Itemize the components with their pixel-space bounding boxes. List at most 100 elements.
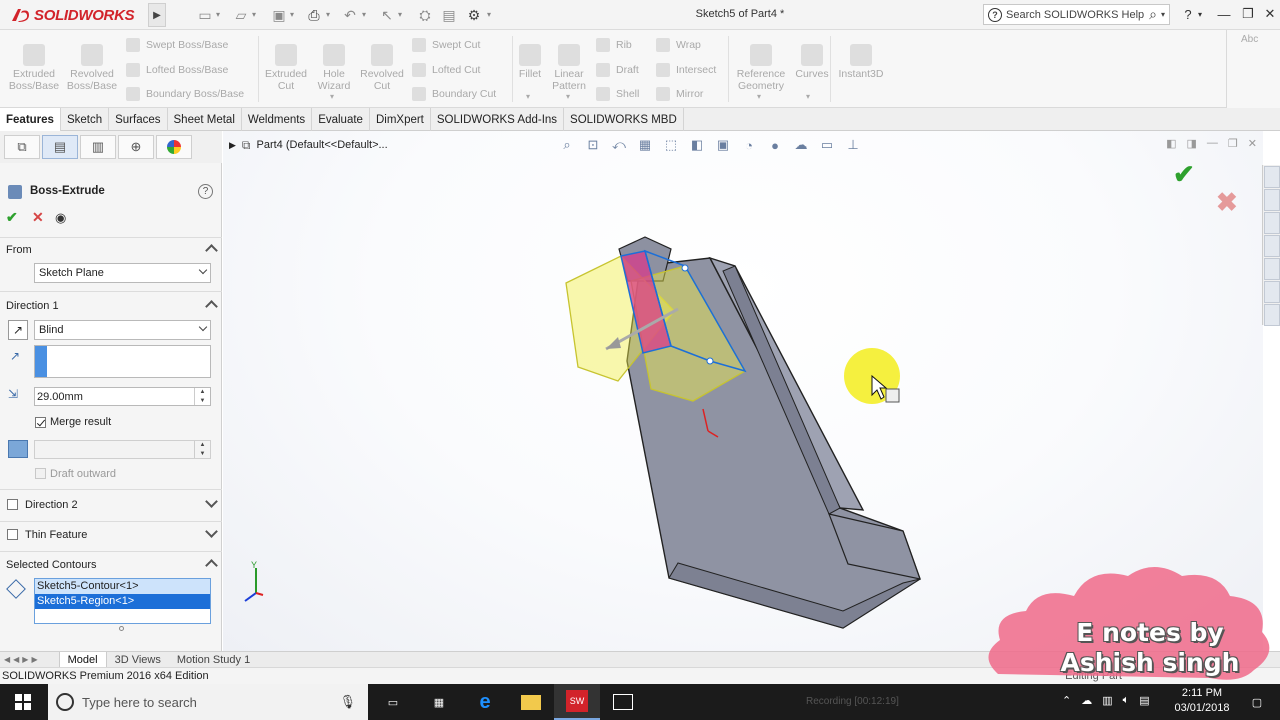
menu-expand-arrow-icon[interactable]: ▶	[148, 3, 166, 27]
volume-icon[interactable]: 🔈︎	[1123, 694, 1130, 707]
rebuild-icon[interactable]: ⛭	[416, 6, 434, 24]
revolved-cut-button[interactable]: Revolved Cut	[356, 44, 408, 92]
merge-result-checkbox[interactable]	[35, 417, 46, 428]
help-dropdown-icon[interactable]: ▾	[1193, 4, 1207, 24]
lofted-boss-button[interactable]: Lofted Boss/Base	[126, 61, 228, 79]
appearances-icon[interactable]	[1264, 258, 1280, 280]
expand-chevron-icon[interactable]	[207, 497, 216, 513]
task-view-icon[interactable]: ▭	[370, 684, 416, 720]
cancel-x-icon[interactable]: ✕	[32, 209, 44, 226]
thin-feature-section-header[interactable]: Thin Feature	[25, 526, 216, 544]
taskbar-search-box[interactable]: Type here to search 🎙︎	[48, 684, 368, 720]
direction1-section-header[interactable]: Direction 1	[6, 297, 216, 315]
close-window-icon[interactable]: ✕	[1258, 4, 1280, 24]
help-search-box[interactable]: ? Search SOLIDWORKS Help ⌕ ▾	[983, 4, 1170, 25]
ok-check-icon[interactable]: ✔	[6, 209, 18, 226]
rib-button[interactable]: Rib	[596, 36, 632, 54]
collapse-chevron-icon[interactable]	[207, 557, 216, 573]
new-dropdown-icon[interactable]: ▾	[216, 10, 224, 20]
tab-surfaces[interactable]: Surfaces	[109, 108, 168, 131]
boundary-cut-button[interactable]: Boundary Cut	[412, 85, 496, 103]
restore-window-icon[interactable]: ❐	[1236, 4, 1260, 24]
direction2-section-header[interactable]: Direction 2	[25, 496, 216, 514]
reverse-direction-icon[interactable]: ↗	[8, 320, 28, 340]
solidworks-logo[interactable]: SOLIDWORKS	[10, 5, 135, 25]
options-dropdown-icon[interactable]: ▾	[487, 10, 495, 20]
wrap-button[interactable]: Wrap	[656, 36, 701, 54]
shell-button[interactable]: Shell	[596, 85, 639, 103]
view-palette-icon[interactable]	[1264, 235, 1280, 257]
open-folder-icon[interactable]: ▱	[232, 6, 250, 24]
network-icon[interactable]: ▥	[1102, 694, 1112, 707]
resize-handle[interactable]	[119, 626, 124, 631]
new-document-icon[interactable]: ▭	[196, 6, 214, 24]
open-dropdown-icon[interactable]: ▾	[252, 10, 260, 20]
reference-geometry-button[interactable]: Reference Geometry	[733, 44, 789, 92]
sketch-point[interactable]	[681, 264, 689, 272]
hole-wizard-dropdown-icon[interactable]: ▾	[330, 92, 334, 101]
property-manager-tab-icon[interactable]: ▤	[42, 135, 78, 159]
notifications-icon[interactable]: ▢	[1234, 684, 1280, 720]
search-dropdown-icon[interactable]: ▾	[1161, 10, 1165, 19]
save-icon[interactable]: ▣	[270, 6, 288, 24]
tab-sketch[interactable]: Sketch	[61, 108, 110, 131]
extruded-boss-button[interactable]: Extruded Boss/Base	[8, 44, 60, 92]
swept-boss-button[interactable]: Swept Boss/Base	[126, 36, 228, 54]
minimize-window-icon[interactable]: —	[1212, 4, 1236, 24]
direction-selection-box[interactable]	[34, 345, 211, 378]
thin-feature-checkbox[interactable]	[7, 529, 18, 540]
swept-cut-button[interactable]: Swept Cut	[412, 36, 480, 54]
list-item[interactable]: Sketch5-Contour<1>	[35, 579, 210, 594]
design-library-icon[interactable]	[1264, 189, 1280, 211]
onedrive-cloud-icon[interactable]: ☁	[1081, 694, 1092, 707]
forum-icon[interactable]	[1264, 304, 1280, 326]
end-condition-select[interactable]: Blind	[34, 320, 211, 340]
preview-eye-icon[interactable]: ◉	[55, 210, 66, 226]
collapse-chevron-icon[interactable]	[207, 242, 216, 258]
reference-geometry-dropdown-icon[interactable]: ▾	[757, 92, 761, 101]
tab-dimxpert[interactable]: DimXpert	[370, 108, 431, 131]
tab-evaluate[interactable]: Evaluate	[312, 108, 370, 131]
tab-mbd[interactable]: SOLIDWORKS MBD	[564, 108, 684, 131]
curves-dropdown-icon[interactable]: ▾	[806, 92, 810, 101]
print-dropdown-icon[interactable]: ▾	[326, 10, 334, 20]
expand-chevron-icon[interactable]	[207, 527, 216, 543]
display-manager-tab-icon[interactable]	[156, 135, 192, 159]
file-explorer-icon[interactable]	[1264, 212, 1280, 234]
tray-expand-icon[interactable]: ⌃	[1062, 694, 1071, 707]
tab-motion-study[interactable]: Motion Study 1	[169, 652, 258, 667]
from-select[interactable]: Sketch Plane	[34, 263, 211, 283]
hole-wizard-button[interactable]: Hole Wizard	[308, 44, 360, 92]
tab-3d-views[interactable]: 3D Views	[107, 652, 169, 667]
keyboard-icon[interactable]: ▤	[1139, 694, 1149, 707]
custom-properties-icon[interactable]	[1264, 281, 1280, 303]
windows-start-icon[interactable]	[0, 684, 46, 720]
print-icon[interactable]: ⎙	[305, 6, 323, 24]
store-icon[interactable]: ▦	[416, 684, 462, 720]
list-item[interactable]: Sketch5-Region<1>	[35, 594, 210, 609]
abc-spell-icon[interactable]: Abc	[1241, 34, 1263, 52]
search-icon[interactable]: ⌕	[1149, 6, 1157, 23]
tab-sheet-metal[interactable]: Sheet Metal	[168, 108, 242, 131]
file-explorer-icon[interactable]	[508, 684, 554, 720]
extruded-cut-button[interactable]: Extruded Cut	[260, 44, 312, 92]
draft-angle-icon[interactable]	[8, 440, 28, 458]
draft-spin-buttons[interactable]: ▲ ▼	[194, 441, 210, 458]
edge-browser-icon[interactable]: e	[462, 684, 508, 720]
selected-contours-section-header[interactable]: Selected Contours	[6, 556, 216, 574]
linear-pattern-button[interactable]: Linear Pattern	[543, 44, 595, 92]
lofted-cut-button[interactable]: Lofted Cut	[412, 61, 480, 79]
fillet-dropdown-icon[interactable]: ▾	[526, 92, 530, 101]
intersect-button[interactable]: Intersect	[656, 61, 716, 79]
select-pointer-icon[interactable]: ↖	[378, 6, 396, 24]
solidworks-resources-icon[interactable]	[1264, 166, 1280, 188]
tab-weldments[interactable]: Weldments	[242, 108, 313, 131]
tab-addins[interactable]: SOLIDWORKS Add-Ins	[431, 108, 565, 131]
solidworks-taskbar-icon[interactable]: SW	[554, 684, 600, 720]
pattern-dropdown-icon[interactable]: ▾	[566, 92, 570, 101]
help-icon[interactable]: ?	[198, 184, 213, 199]
boundary-boss-button[interactable]: Boundary Boss/Base	[126, 85, 244, 103]
options-gear-icon[interactable]: ⚙	[465, 6, 483, 24]
revolved-boss-button[interactable]: Revolved Boss/Base	[66, 44, 118, 92]
feature-manager-tab-icon[interactable]: ⧉	[4, 135, 40, 159]
